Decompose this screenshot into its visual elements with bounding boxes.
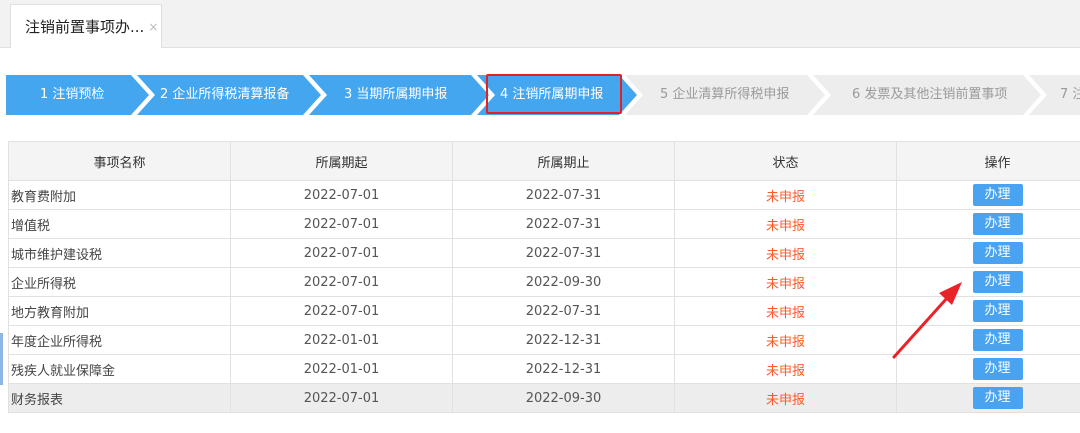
- row-period-end: 2022-07-31: [452, 238, 675, 268]
- left-edge-scroll-indicator: [0, 333, 3, 385]
- row-period-end: 2022-12-31: [452, 325, 675, 355]
- handle-button[interactable]: 办理: [972, 387, 1023, 409]
- row-action-cell: 办理: [896, 180, 1080, 210]
- row-item-name: 企业所得税: [8, 267, 231, 297]
- step-2-label: 2 企业所得税清算报备: [160, 87, 290, 102]
- header-period-start: 所属期起: [230, 141, 453, 181]
- row-period-end: 2022-07-31: [452, 209, 675, 239]
- step-6-label: 6 发票及其他注销前置事项: [852, 87, 1008, 102]
- row-action-cell: 办理: [896, 209, 1080, 239]
- row-action-cell: 办理: [896, 354, 1080, 384]
- row-period-start: 2022-07-01: [230, 180, 453, 210]
- row-period-start: 2022-01-01: [230, 325, 453, 355]
- table-row: 残疾人就业保障金 2022-01-01 2022-12-31 未申报 办理: [8, 354, 1080, 384]
- row-status: 未申报: [674, 180, 897, 210]
- row-item-name: 城市维护建设税: [8, 238, 231, 268]
- handle-button[interactable]: 办理: [972, 271, 1023, 293]
- row-period-start: 2022-01-01: [230, 354, 453, 384]
- row-period-end: 2022-09-30: [452, 383, 675, 413]
- row-period-start: 2022-07-01: [230, 267, 453, 297]
- step-3-label: 3 当期所属期申报: [344, 87, 448, 102]
- table-row: 教育费附加 2022-07-01 2022-07-31 未申报 办理: [8, 180, 1080, 210]
- row-period-start: 2022-07-01: [230, 209, 453, 239]
- table-row: 地方教育附加 2022-07-01 2022-07-31 未申报 办理: [8, 296, 1080, 326]
- row-period-end: 2022-12-31: [452, 354, 675, 384]
- row-action-cell: 办理: [896, 267, 1080, 297]
- table-header-row: 事项名称 所属期起 所属期止 状态 操作: [8, 141, 1080, 181]
- header-action: 操作: [896, 141, 1080, 181]
- handle-button[interactable]: 办理: [972, 242, 1023, 264]
- table-row: 年度企业所得税 2022-01-01 2022-12-31 未申报 办理: [8, 325, 1080, 355]
- row-item-name: 增值税: [8, 209, 231, 239]
- handle-button[interactable]: 办理: [972, 329, 1023, 351]
- handle-button[interactable]: 办理: [972, 184, 1023, 206]
- tab-title: 注销前置事项办...: [25, 18, 145, 36]
- row-period-start: 2022-07-01: [230, 383, 453, 413]
- row-status: 未申报: [674, 209, 897, 239]
- step-5-label: 5 企业清算所得税申报: [660, 87, 790, 102]
- handle-button[interactable]: 办理: [972, 300, 1023, 322]
- row-action-cell: 办理: [896, 383, 1080, 413]
- row-status: 未申报: [674, 354, 897, 384]
- row-action-cell: 办理: [896, 238, 1080, 268]
- header-status: 状态: [674, 141, 897, 181]
- table-row: 城市维护建设税 2022-07-01 2022-07-31 未申报 办理: [8, 238, 1080, 268]
- handle-button[interactable]: 办理: [972, 358, 1023, 380]
- table-row: 增值税 2022-07-01 2022-07-31 未申报 办理: [8, 209, 1080, 239]
- row-period-end: 2022-09-30: [452, 267, 675, 297]
- header-item-name: 事项名称: [8, 141, 231, 181]
- tab-cancellation-preconditions[interactable]: 注销前置事项办... ×: [10, 4, 162, 48]
- table-row: 企业所得税 2022-07-01 2022-09-30 未申报 办理: [8, 267, 1080, 297]
- table-row: 财务报表 2022-07-01 2022-09-30 未申报 办理: [8, 383, 1080, 413]
- row-item-name: 年度企业所得税: [8, 325, 231, 355]
- current-step-highlight: [486, 74, 622, 114]
- close-icon[interactable]: ×: [148, 21, 158, 33]
- row-status: 未申报: [674, 238, 897, 268]
- tab-bar: 注销前置事项办... ×: [0, 0, 1080, 48]
- row-period-end: 2022-07-31: [452, 180, 675, 210]
- row-item-name: 地方教育附加: [8, 296, 231, 326]
- row-status: 未申报: [674, 383, 897, 413]
- row-item-name: 财务报表: [8, 383, 231, 413]
- step-7-label: 7 注: [1060, 87, 1080, 102]
- row-action-cell: 办理: [896, 325, 1080, 355]
- row-status: 未申报: [674, 267, 897, 297]
- header-period-end: 所属期止: [452, 141, 675, 181]
- handle-button[interactable]: 办理: [972, 213, 1023, 235]
- row-status: 未申报: [674, 325, 897, 355]
- step-1-label: 1 注销预检: [40, 87, 105, 102]
- row-period-end: 2022-07-31: [452, 296, 675, 326]
- row-item-name: 残疾人就业保障金: [8, 354, 231, 384]
- row-item-name: 教育费附加: [8, 180, 231, 210]
- items-table: 事项名称 所属期起 所属期止 状态 操作 教育费附加 2022-07-01 2022…: [8, 141, 1080, 413]
- row-period-start: 2022-07-01: [230, 296, 453, 326]
- row-status: 未申报: [674, 296, 897, 326]
- row-action-cell: 办理: [896, 296, 1080, 326]
- row-period-start: 2022-07-01: [230, 238, 453, 268]
